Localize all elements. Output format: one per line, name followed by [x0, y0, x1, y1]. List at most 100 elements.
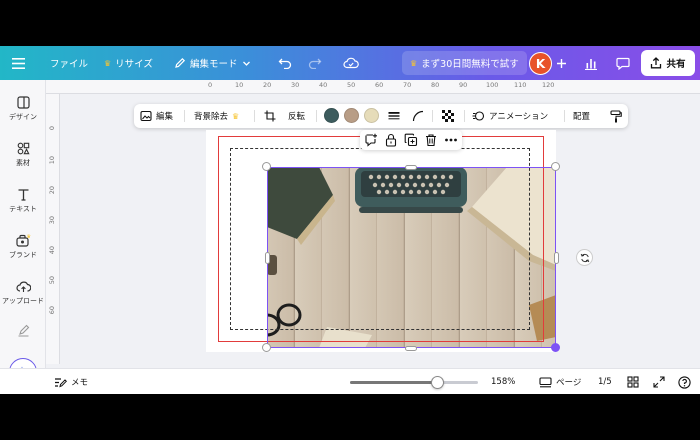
help-icon	[678, 375, 691, 389]
file-menu-button[interactable]: ファイル	[50, 46, 88, 80]
ruler-label: 50	[48, 276, 56, 285]
duplicate-icon[interactable]	[404, 133, 418, 147]
corner-rounding-button[interactable]	[412, 104, 424, 128]
zoom-level-button[interactable]: 158%	[491, 369, 515, 394]
edit-image-label: 編集	[156, 112, 174, 122]
crop-icon	[264, 110, 276, 122]
resize-handle-bottom[interactable]	[405, 346, 417, 351]
resize-label: リサイズ	[115, 59, 153, 70]
notes-button[interactable]: メモ	[54, 369, 88, 394]
resize-handle-left[interactable]	[265, 252, 270, 264]
position-button[interactable]: 配置	[573, 104, 590, 128]
expand-icon	[653, 376, 665, 388]
top-bar: ファイル ♛ リサイズ 編集モード ♛ まず30日間無料で試す K 共有	[0, 46, 700, 80]
animate-button[interactable]: アニメーション	[472, 104, 548, 128]
user-avatar[interactable]: K	[529, 52, 552, 75]
ruler-label: 70	[403, 81, 412, 89]
add-collaborator-button[interactable]	[556, 46, 567, 80]
zoom-percent: 158%	[491, 377, 516, 387]
app-window: ファイル ♛ リサイズ 編集モード ♛ まず30日間無料で試す K 共有 デザイ…	[0, 46, 700, 394]
undo-button[interactable]	[278, 46, 292, 80]
copy-style-button[interactable]	[610, 104, 622, 128]
pencil-icon	[175, 57, 186, 68]
edit-image-button[interactable]: 編集	[140, 104, 173, 128]
brand-icon: ♛	[15, 234, 30, 247]
ruler-label: 60	[48, 306, 56, 315]
share-button[interactable]: 共有	[641, 50, 695, 76]
sidebar-item-uploads[interactable]: アップロード	[0, 280, 46, 306]
undo-icon	[278, 58, 292, 69]
ruler-label: 0	[48, 126, 56, 131]
sidebar-item-text[interactable]: テキスト	[0, 188, 46, 214]
ruler-label: 30	[48, 216, 56, 225]
flip-button[interactable]: 反転	[288, 104, 305, 128]
ruler-label: 60	[375, 81, 384, 89]
insights-button[interactable]	[584, 46, 598, 80]
position-label: 配置	[573, 112, 591, 122]
sidebar-item-elements[interactable]: 素材	[0, 142, 46, 168]
chevron-down-icon	[242, 61, 250, 66]
resize-handle-top-left[interactable]	[262, 162, 271, 171]
cloud-check-icon	[343, 57, 359, 69]
element-quick-toolbar	[360, 130, 462, 150]
rotate-icon	[580, 253, 589, 262]
resize-handle-right[interactable]	[554, 252, 559, 264]
pages-button[interactable]: ページ	[539, 369, 581, 394]
sidebar-item-draw[interactable]	[0, 324, 46, 340]
ruler-label: 20	[263, 81, 272, 89]
menu-button[interactable]	[12, 46, 25, 80]
comment-icon	[616, 57, 630, 70]
sidebar-item-label: デザイン	[9, 113, 37, 121]
svg-text:♛: ♛	[26, 234, 30, 240]
transparency-button[interactable]	[442, 104, 454, 128]
free-trial-button[interactable]: ♛ まず30日間無料で試す	[402, 51, 527, 75]
ruler-label: 10	[48, 156, 56, 165]
ruler-label: 0	[208, 81, 213, 89]
bg-remover-button[interactable]: 背景除去 ♛	[194, 104, 239, 128]
sidebar-item-design[interactable]: デザイン	[0, 96, 46, 122]
draw-pen-icon	[18, 324, 29, 337]
resize-handle-bottom-left[interactable]	[262, 343, 271, 352]
fullscreen-button[interactable]	[653, 369, 665, 394]
redo-button[interactable]	[308, 46, 322, 80]
resize-handle-top-right[interactable]	[551, 162, 560, 171]
color-swatch[interactable]	[344, 108, 359, 123]
free-trial-label: まず30日間無料で試す	[421, 59, 519, 70]
resize-button[interactable]: ♛ リサイズ	[104, 46, 153, 80]
zoom-slider-thumb[interactable]	[431, 376, 445, 389]
rotate-button[interactable]	[576, 249, 593, 266]
border-style-button[interactable]	[388, 104, 400, 128]
cloud-save-button[interactable]	[343, 46, 359, 80]
ruler-label: 120	[542, 81, 555, 89]
image-edit-icon	[140, 110, 152, 122]
text-icon	[18, 189, 28, 201]
grid-view-button[interactable]	[627, 369, 639, 394]
pages-icon	[539, 376, 552, 387]
add-comment-icon[interactable]	[364, 133, 378, 147]
resize-handle-top[interactable]	[405, 165, 417, 170]
ruler-label: 80	[431, 81, 440, 89]
trash-icon[interactable]	[424, 133, 438, 147]
crown-icon: ♛	[232, 111, 240, 121]
selection-outline	[267, 167, 556, 348]
color-swatch[interactable]	[364, 108, 379, 123]
lock-icon[interactable]	[384, 133, 398, 147]
plus-icon	[557, 58, 566, 68]
share-upload-icon	[651, 57, 662, 69]
resize-handle-bottom-right[interactable]	[551, 343, 560, 352]
edit-mode-button[interactable]: 編集モード	[174, 46, 251, 80]
grid-icon	[627, 376, 639, 388]
cloud-upload-icon	[15, 281, 31, 292]
more-options-icon[interactable]	[444, 133, 458, 147]
help-button[interactable]	[678, 369, 691, 394]
edit-mode-label: 編集モード	[190, 59, 238, 70]
color-swatch[interactable]	[324, 108, 339, 123]
zoom-slider[interactable]	[350, 376, 478, 389]
paint-roller-icon	[610, 109, 622, 122]
sidebar-item-brand[interactable]: ♛ ブランド	[0, 234, 46, 260]
ruler-label: 40	[319, 81, 328, 89]
layout-icon	[16, 96, 30, 109]
comments-button[interactable]	[616, 46, 630, 80]
corner-radius-icon	[412, 110, 424, 122]
crop-button[interactable]	[264, 104, 276, 128]
